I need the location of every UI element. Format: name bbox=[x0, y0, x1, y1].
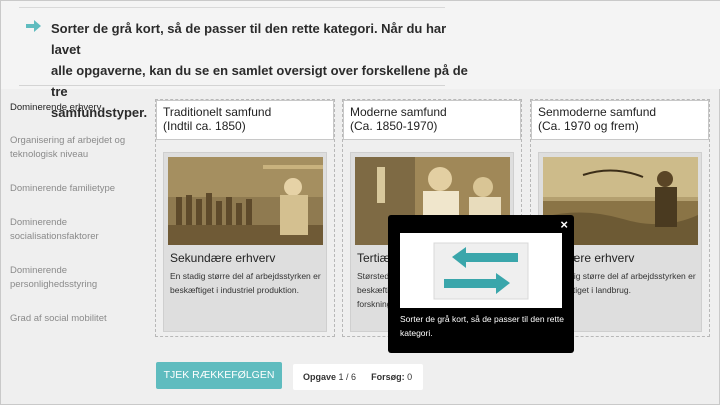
task-status: Opgave 1 / 6 Forsøg: 0 bbox=[293, 364, 423, 390]
category-period: (Ca. 1970 og frem) bbox=[538, 119, 639, 133]
category-title: Senmoderne samfund bbox=[538, 105, 657, 119]
sidebar-item-socialisationsfaktorer[interactable]: Dominerende socialisationsfaktorer bbox=[10, 216, 140, 244]
sidebar-item-social-mobilitet[interactable]: Grad af social mobilitet bbox=[10, 312, 140, 326]
app-frame: Sorter de grå kort, så de passer til den… bbox=[0, 0, 720, 405]
card-title: Sekundære erhverv bbox=[170, 251, 276, 265]
category-title: Moderne samfund bbox=[350, 105, 447, 119]
divider bbox=[19, 7, 445, 8]
sidebar-item-organisering[interactable]: Organisering af arbejdet og teknologisk … bbox=[10, 134, 140, 162]
task-progress: 1 / 6 bbox=[338, 372, 357, 382]
instruction-line: alle opgaverne, kan du se en samlet over… bbox=[51, 63, 468, 99]
attempts-count: 0 bbox=[407, 372, 413, 382]
sidebar-item-personlighedsstyring[interactable]: Dominerende personlighedsstyring bbox=[10, 264, 140, 292]
instruction-panel: Sorter de grå kort, så de passer til den… bbox=[1, 1, 720, 120]
divider bbox=[19, 85, 445, 86]
category-period: (Ca. 1850-1970) bbox=[350, 119, 438, 133]
swap-illustration bbox=[400, 233, 562, 308]
attempts-label: Forsøg: bbox=[371, 372, 405, 382]
check-order-button[interactable]: TJEK RÆKKEFØLGEN bbox=[156, 362, 282, 389]
card-description: En stadig større del af arbejdsstyrken e… bbox=[170, 271, 321, 295]
category-header: Senmoderne samfund (Ca. 1970 og frem) bbox=[531, 100, 709, 140]
help-popup: × Sorter de grå kort, så de passer til d… bbox=[388, 215, 574, 353]
card-photo-bottling-factory bbox=[168, 157, 323, 245]
category-header: Traditionelt samfund (Indtil ca. 1850) bbox=[156, 100, 334, 140]
category-traditionelt-samfund[interactable]: Traditionelt samfund (Indtil ca. 1850) S… bbox=[155, 99, 335, 337]
swap-arrows-icon bbox=[433, 242, 529, 300]
arrow-right-icon bbox=[26, 20, 41, 32]
close-icon[interactable]: × bbox=[560, 217, 568, 232]
sort-card[interactable]: Sekundære erhverv En stadig større del a… bbox=[163, 152, 327, 332]
instruction-line: Sorter de grå kort, så de passer til den… bbox=[51, 21, 447, 57]
category-title: Traditionelt samfund bbox=[163, 105, 272, 119]
category-period: (Indtil ca. 1850) bbox=[163, 119, 246, 133]
sidebar-item-dominerende-erhverv[interactable]: Dominerende erhverv bbox=[10, 101, 140, 115]
popup-text: Sorter de grå kort, så de passer til den… bbox=[400, 314, 564, 338]
task-label: Opgave bbox=[303, 372, 337, 382]
sidebar: Dominerende erhverv Organisering af arbe… bbox=[10, 101, 140, 346]
sidebar-item-familietype[interactable]: Dominerende familietype bbox=[10, 182, 140, 196]
category-header: Moderne samfund (Ca. 1850-1970) bbox=[343, 100, 521, 140]
